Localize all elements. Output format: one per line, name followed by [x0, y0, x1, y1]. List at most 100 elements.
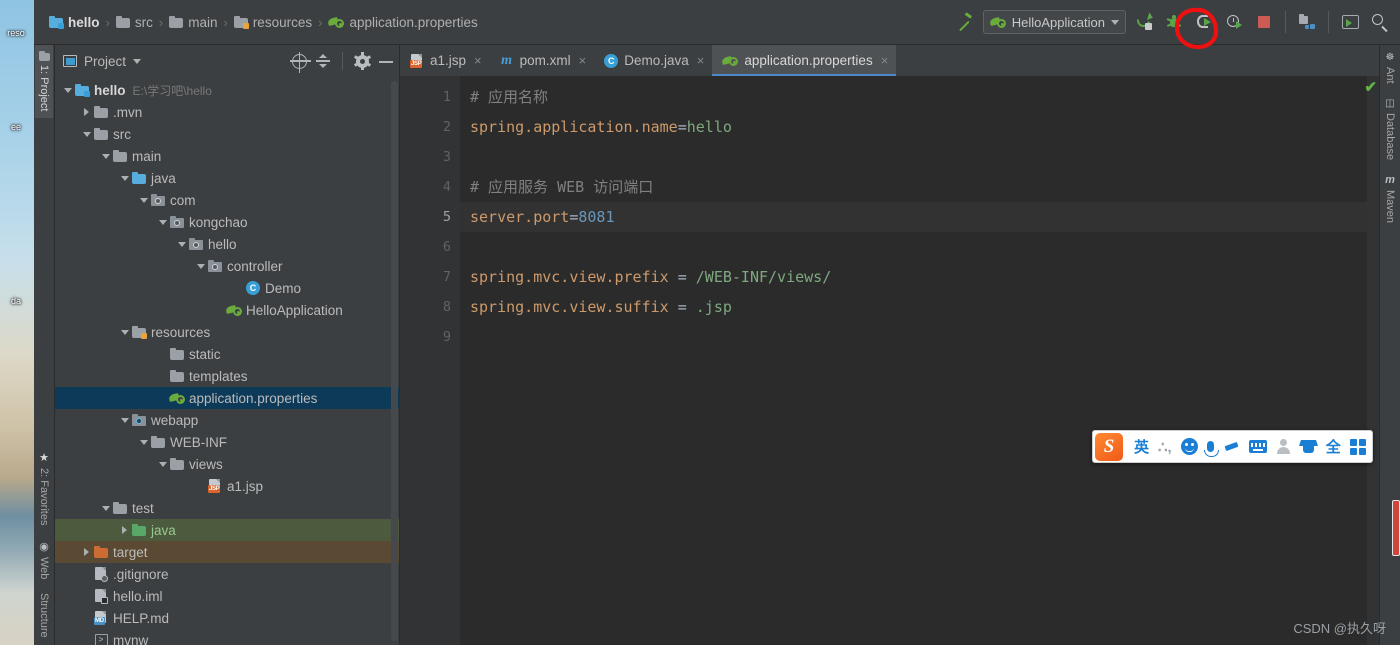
ime-soft-keyboard-button[interactable] [1249, 440, 1267, 453]
ime-fullwidth-toggle[interactable]: 全 [1326, 436, 1341, 457]
tree-item-hello[interactable]: helloE:\学习吧\hello [55, 79, 399, 101]
tree-item-web-inf[interactable]: WEB-INF [55, 431, 399, 453]
tab-pom-xml[interactable]: m pom.xml × [490, 45, 595, 76]
run-with-coverage-button[interactable] [1192, 10, 1216, 34]
run-configuration-selector[interactable]: HelloApplication [983, 10, 1126, 34]
chevron-down-icon[interactable] [137, 198, 150, 203]
sogou-logo-icon[interactable]: S [1095, 433, 1123, 461]
project-tree-scrollbar[interactable] [391, 81, 398, 641]
ime-account-button[interactable] [1276, 439, 1291, 454]
sidebar-item-structure[interactable]: Structure [35, 586, 53, 645]
tree-item-mvnw[interactable]: >mvnw [55, 629, 399, 645]
tree-item-com[interactable]: com [55, 189, 399, 211]
chevron-down-icon[interactable] [194, 264, 207, 269]
tree-item-demo[interactable]: CDemo [55, 277, 399, 299]
code-editor[interactable]: # 应用名称spring.application.name=hello # 应用… [460, 76, 1367, 645]
sidebar-item-maven[interactable]: m Maven [1381, 167, 1399, 230]
breadcrumb-item-resources[interactable]: resources [229, 15, 317, 30]
editor-marker-strip[interactable]: ✔ [1367, 76, 1379, 645]
tree-item-views[interactable]: views [55, 453, 399, 475]
chevron-down-icon[interactable] [156, 462, 169, 467]
chevron-down-icon[interactable] [175, 242, 188, 247]
project-view-selector[interactable]: Project [63, 54, 141, 69]
tree-item-main[interactable]: main [55, 145, 399, 167]
ime-skin-button[interactable] [1300, 439, 1317, 454]
chevron-right-icon[interactable] [118, 526, 131, 534]
chevron-down-icon[interactable] [61, 88, 74, 93]
breadcrumb-item-hello[interactable]: hello [44, 15, 105, 30]
ime-punctuation-toggle[interactable]: ∴, [1158, 438, 1172, 456]
tree-item-controller[interactable]: controller [55, 255, 399, 277]
gear-icon[interactable] [355, 54, 370, 69]
chevron-right-icon[interactable] [80, 548, 93, 556]
ime-handwriting-button[interactable] [1223, 440, 1240, 454]
tree-item-target[interactable]: target [55, 541, 399, 563]
sidebar-item-database[interactable]: ◫ Database [1381, 91, 1399, 167]
chevron-down-icon[interactable] [118, 176, 131, 181]
collapse-all-button[interactable] [316, 54, 330, 68]
tree-item-templates[interactable]: templates [55, 365, 399, 387]
ime-emoji-button[interactable] [1181, 438, 1198, 455]
tab-application-properties[interactable]: application.properties × [712, 45, 896, 76]
tree-item-resources[interactable]: resources [55, 321, 399, 343]
close-icon[interactable]: × [881, 53, 889, 68]
chevron-down-icon[interactable] [118, 418, 131, 423]
chevron-down-icon[interactable] [99, 506, 112, 511]
sidebar-item-web[interactable]: ◉ Web [35, 533, 53, 586]
chevron-down-icon[interactable] [137, 440, 150, 445]
hide-panel-button[interactable] [379, 54, 393, 68]
tree-item-icon: > [93, 634, 109, 645]
ime-mode-toggle[interactable]: 英 [1134, 436, 1149, 457]
project-structure-button[interactable] [1295, 10, 1319, 34]
tab-demo-java[interactable]: C Demo.java × [594, 45, 712, 76]
sidebar-item-project[interactable]: 1: Project [35, 45, 53, 118]
tree-item-src[interactable]: src [55, 123, 399, 145]
tree-item-java[interactable]: java [55, 519, 399, 541]
breadcrumb-item-src[interactable]: src [111, 15, 158, 30]
terminal-button[interactable] [1338, 10, 1362, 34]
tree-item-test[interactable]: test [55, 497, 399, 519]
profile-button[interactable] [1222, 10, 1246, 34]
breadcrumb-item-main[interactable]: main [164, 15, 222, 30]
tree-item-a1-jsp[interactable]: JSPa1.jsp [55, 475, 399, 497]
tree-item-application-properties[interactable]: application.properties [55, 387, 399, 409]
build-button[interactable] [953, 10, 977, 34]
ime-toolbox-button[interactable] [1350, 439, 1366, 455]
close-icon[interactable]: × [579, 53, 587, 68]
tree-item-help-md[interactable]: MDHELP.md [55, 607, 399, 629]
editor-scrollbar-thumb[interactable] [1392, 500, 1400, 556]
chevron-down-icon[interactable] [156, 220, 169, 225]
tree-item--mvn[interactable]: .mvn [55, 101, 399, 123]
select-opened-file-button[interactable] [292, 54, 307, 69]
close-icon[interactable]: × [474, 53, 482, 68]
project-view-icon [63, 55, 77, 67]
chevron-right-icon[interactable] [80, 108, 93, 116]
tab-a1-jsp[interactable]: JSP a1.jsp × [400, 45, 490, 76]
close-icon[interactable]: × [697, 53, 705, 68]
chevron-down-icon[interactable] [99, 154, 112, 159]
rerun-button[interactable] [1132, 10, 1156, 34]
sidebar-item-ant[interactable]: ☸ Ant [1381, 45, 1399, 91]
chevron-down-icon[interactable] [118, 330, 131, 335]
code-token: server.port [470, 208, 569, 226]
tree-item-java[interactable]: java [55, 167, 399, 189]
tree-item-helloapplication[interactable]: HelloApplication [55, 299, 399, 321]
watermark: CSDN @执久呀 [1293, 618, 1386, 637]
ime-voice-button[interactable] [1207, 441, 1214, 452]
chevron-down-icon[interactable] [80, 132, 93, 137]
tree-item-webapp[interactable]: webapp [55, 409, 399, 431]
tree-item-static[interactable]: static [55, 343, 399, 365]
tree-item-icon [207, 260, 223, 272]
search-everywhere-button[interactable] [1368, 10, 1392, 34]
tree-item-hello-iml[interactable]: hello.iml [55, 585, 399, 607]
tree-item-kongchao[interactable]: kongchao [55, 211, 399, 233]
sidebar-item-favorites[interactable]: ★ 2: Favorites [35, 444, 53, 532]
tree-item--gitignore[interactable]: .gitignore [55, 563, 399, 585]
breadcrumb-item-application-properties[interactable]: application.properties [323, 15, 482, 30]
spring-properties-icon [328, 15, 344, 29]
debug-button[interactable] [1162, 10, 1186, 34]
stop-button[interactable] [1252, 10, 1276, 34]
project-tree[interactable]: helloE:\学习吧\hello.mvnsrcmainjavacomkongc… [55, 77, 399, 645]
tree-item-hello[interactable]: hello [55, 233, 399, 255]
tree-item-label: webapp [151, 413, 198, 428]
